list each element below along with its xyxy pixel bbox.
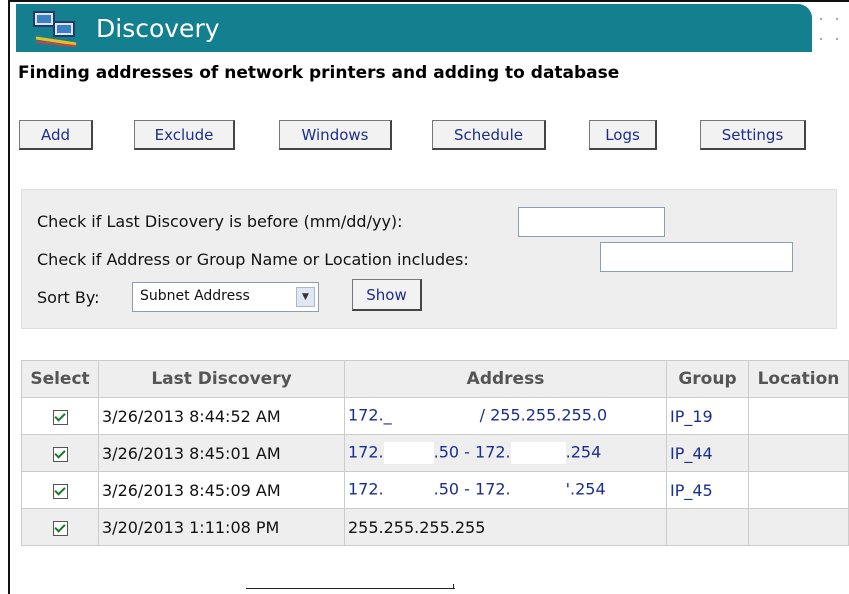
select-cell xyxy=(21,471,99,509)
page-title: Discovery xyxy=(96,14,220,43)
includes-label: Check if Address or Group Name or Locati… xyxy=(37,250,469,269)
group-link[interactable]: IP_19 xyxy=(670,407,713,426)
column-header-address[interactable]: Address xyxy=(344,360,667,398)
redaction xyxy=(383,442,434,464)
address-cell: 255.255.255.255 xyxy=(344,508,667,546)
add-button[interactable]: Add xyxy=(19,120,93,150)
group-cell: IP_45 xyxy=(666,471,749,509)
dot-grid xyxy=(812,10,848,50)
last-discovery-label: Check if Last Discovery is before (mm/dd… xyxy=(37,212,403,231)
sort-by-select[interactable]: Subnet Address ▼ xyxy=(132,282,319,312)
column-header-location[interactable]: Location xyxy=(748,360,849,398)
address-range-mid[interactable]: .50 - 172. xyxy=(434,480,511,499)
group-cell: IP_44 xyxy=(666,434,749,472)
logs-button[interactable]: Logs xyxy=(589,120,657,150)
column-header-last-discovery[interactable]: Last Discovery xyxy=(98,360,345,398)
show-button[interactable]: Show xyxy=(352,279,422,311)
location-cell xyxy=(748,434,849,472)
last-discovery-cell: 3/20/2013 1:11:08 PM xyxy=(98,508,345,546)
redaction xyxy=(391,405,480,427)
address-range-end[interactable]: '.254 xyxy=(566,480,606,499)
group-link[interactable]: IP_44 xyxy=(670,444,713,463)
last-discovery-cell: 3/26/2013 8:45:09 AM xyxy=(98,471,345,509)
select-cell xyxy=(21,508,99,546)
address-cell: 172._ / 255.255.255.0 xyxy=(344,397,667,435)
checkbox-checked[interactable] xyxy=(52,520,68,536)
includes-input[interactable] xyxy=(600,242,793,272)
redaction xyxy=(510,479,566,501)
table-row: 3/20/2013 1:11:08 PM 255.255.255.255 xyxy=(21,508,849,546)
exclude-button[interactable]: Exclude xyxy=(134,120,235,150)
table-row: 3/26/2013 8:45:09 AM 172. .50 - 172. '.254… xyxy=(21,471,849,509)
table-row: 3/26/2013 8:45:01 AM 172. .50 - 172. .254 … xyxy=(21,434,849,472)
page-subtitle: Finding addresses of network printers an… xyxy=(18,63,620,83)
select-cell xyxy=(21,434,99,472)
checkbox-checked[interactable] xyxy=(52,483,68,499)
location-cell xyxy=(748,397,849,435)
select-cell xyxy=(21,397,99,435)
location-cell xyxy=(748,471,849,509)
redaction xyxy=(510,442,566,464)
last-discovery-input[interactable] xyxy=(518,207,665,237)
location-cell xyxy=(748,508,849,546)
address-cell: 172. .50 - 172. '.254 xyxy=(344,471,667,509)
last-discovery-cell: 3/26/2013 8:45:01 AM xyxy=(98,434,345,472)
discovery-table: Select Last Discovery Address Group Loca… xyxy=(21,360,849,546)
checkbox-checked[interactable] xyxy=(52,446,68,462)
header-bar: Discovery xyxy=(16,4,812,52)
address-link[interactable]: 172. xyxy=(348,480,384,499)
group-link[interactable]: IP_45 xyxy=(670,481,713,500)
divider xyxy=(246,588,455,589)
table-header-row: Select Last Discovery Address Group Loca… xyxy=(21,360,849,398)
settings-button[interactable]: Settings xyxy=(700,120,806,150)
network-computers-icon xyxy=(33,11,77,47)
address-link[interactable]: 172._ xyxy=(348,406,392,425)
table-row: 3/26/2013 8:44:52 AM 172._ / 255.255.255.… xyxy=(21,397,849,435)
divider xyxy=(453,584,454,589)
windows-button[interactable]: Windows xyxy=(279,120,392,150)
schedule-button[interactable]: Schedule xyxy=(432,120,546,150)
header-dots xyxy=(776,14,812,54)
address-mask[interactable]: / 255.255.255.0 xyxy=(480,406,608,425)
sort-by-value: Subnet Address xyxy=(140,288,250,304)
address-link[interactable]: 172. xyxy=(348,443,384,462)
redaction xyxy=(383,479,434,501)
address-range-end[interactable]: .254 xyxy=(566,443,602,462)
chevron-down-icon[interactable]: ▼ xyxy=(296,287,315,307)
last-discovery-cell: 3/26/2013 8:44:52 AM xyxy=(98,397,345,435)
column-header-group[interactable]: Group xyxy=(666,360,749,398)
sort-by-label: Sort By: xyxy=(37,288,100,307)
group-cell: IP_19 xyxy=(666,397,749,435)
address-range-mid[interactable]: .50 - 172. xyxy=(434,443,511,462)
group-cell xyxy=(666,508,749,546)
checkbox-checked[interactable] xyxy=(52,409,68,425)
address-cell: 172. .50 - 172. .254 xyxy=(344,434,667,472)
column-header-select[interactable]: Select xyxy=(21,360,99,398)
